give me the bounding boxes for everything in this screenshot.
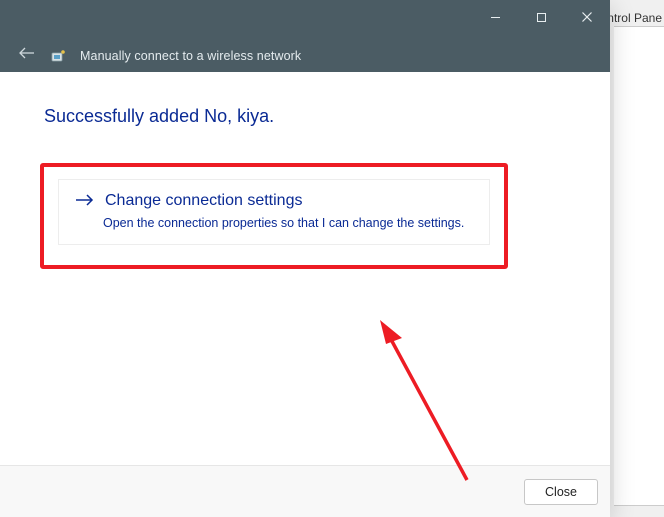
option-title: Change connection settings [105, 192, 302, 210]
option-description: Open the connection properties so that I… [103, 216, 473, 230]
close-window-button[interactable] [564, 0, 610, 34]
content-area: Successfully added No, kiya. Change conn… [0, 72, 610, 465]
footer: Close [0, 465, 610, 517]
back-arrow-icon [18, 46, 36, 60]
background-window-label: ntrol Pane [607, 11, 662, 25]
close-icon [581, 11, 593, 23]
right-arrow-icon [75, 192, 95, 210]
option-row: Change connection settings [75, 192, 473, 210]
back-button[interactable] [18, 46, 36, 65]
wireless-network-icon [50, 48, 66, 64]
minimize-button[interactable] [472, 0, 518, 34]
success-heading: Successfully added No, kiya. [44, 106, 570, 127]
close-button[interactable]: Close [524, 479, 598, 505]
minimize-icon [490, 12, 501, 23]
dialog-window: Manually connect to a wireless network S… [0, 0, 610, 517]
maximize-icon [536, 12, 547, 23]
background-window-edge [614, 26, 664, 506]
title-row: Manually connect to a wireless network [18, 46, 301, 65]
titlebar: Manually connect to a wireless network [0, 0, 610, 72]
change-connection-settings-option[interactable]: Change connection settings Open the conn… [58, 179, 490, 245]
maximize-button[interactable] [518, 0, 564, 34]
annotation-highlight-box: Change connection settings Open the conn… [40, 163, 508, 269]
window-title: Manually connect to a wireless network [80, 49, 301, 63]
window-controls [472, 0, 610, 34]
